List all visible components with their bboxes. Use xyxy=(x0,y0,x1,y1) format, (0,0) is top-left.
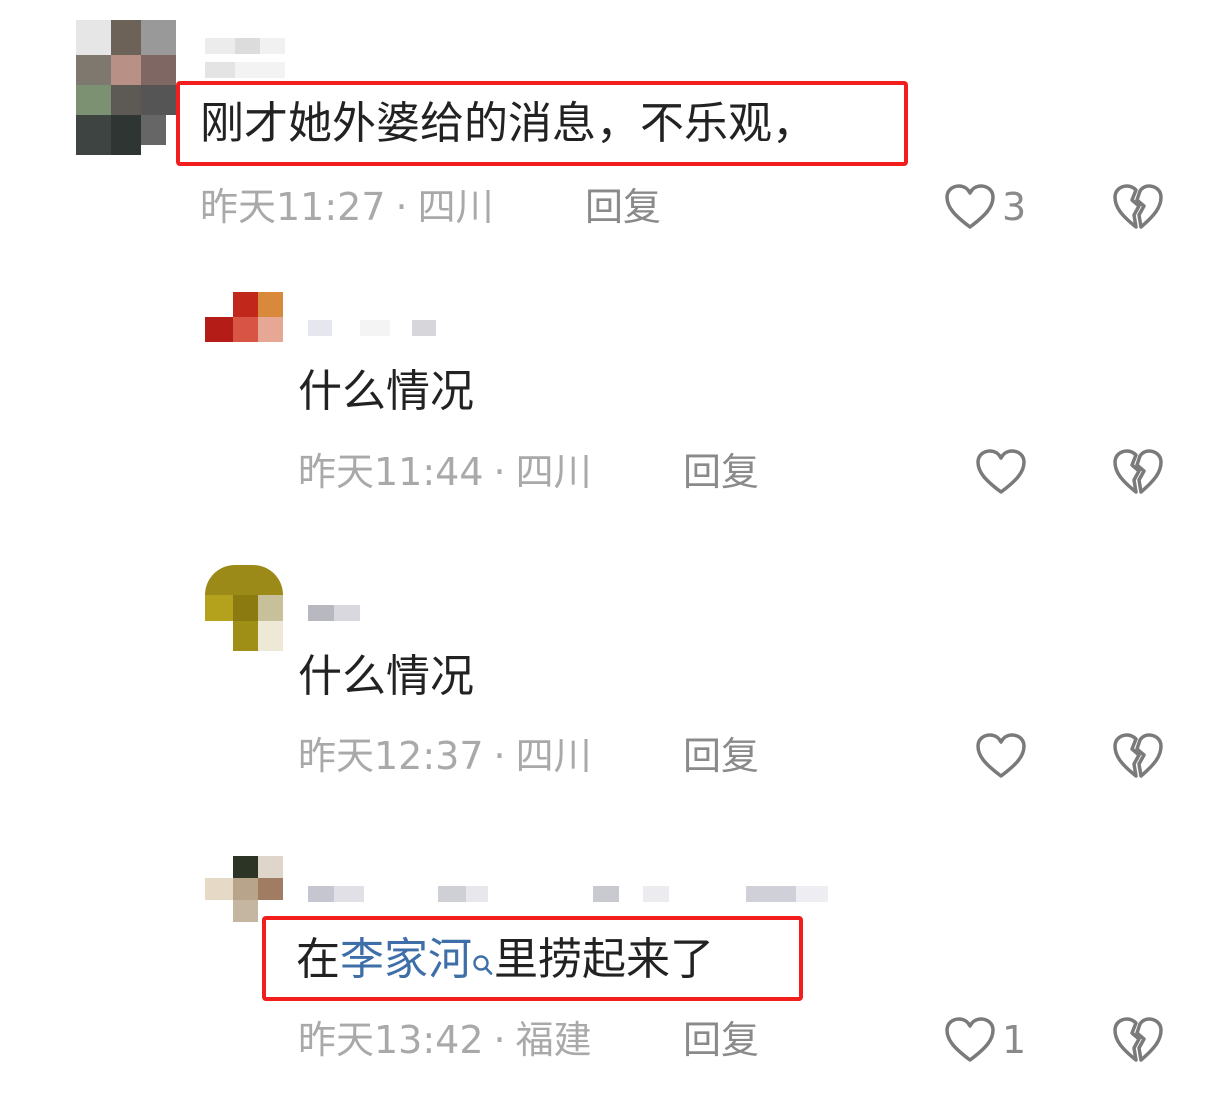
separator: · xyxy=(493,1018,506,1062)
heart-icon xyxy=(944,183,996,231)
comment-meta: 昨天11:27 · 四川 xyxy=(200,183,494,231)
separator: · xyxy=(493,450,506,494)
broken-heart-icon xyxy=(1112,1017,1164,1069)
like-button[interactable]: 3 xyxy=(944,182,1026,232)
username-blurred[interactable] xyxy=(308,320,438,336)
comment-text: 什么情况 xyxy=(298,651,474,702)
comment-time: 昨天12:37 xyxy=(298,734,484,778)
dislike-button[interactable] xyxy=(1112,182,1164,232)
heart-icon xyxy=(975,448,1027,496)
broken-heart-icon xyxy=(1112,449,1164,501)
dislike-button[interactable] xyxy=(1112,731,1164,781)
comment-location: 四川 xyxy=(515,450,592,494)
comment-1: 刚才她外婆给的消息，不乐观， 昨天11:27 · 四川 回复 3 xyxy=(0,0,1228,260)
reply-button[interactable]: 回复 xyxy=(683,448,759,496)
avatar[interactable] xyxy=(205,565,283,651)
dislike-button[interactable] xyxy=(1112,1015,1164,1065)
broken-heart-icon xyxy=(1112,733,1164,785)
broken-heart-icon xyxy=(1112,184,1164,236)
comment-time: 昨天13:42 xyxy=(298,1018,484,1062)
reply-comment-1: 什么情况 昨天11:44 · 四川 回复 xyxy=(0,260,1228,540)
search-icon[interactable] xyxy=(472,936,494,992)
comment-time: 昨天11:44 xyxy=(298,450,484,494)
comment-text-before: 在 xyxy=(296,934,340,985)
separator: · xyxy=(493,734,506,778)
username-blurred-row2 xyxy=(205,62,285,78)
username-blurred[interactable] xyxy=(308,605,360,621)
username-blurred[interactable] xyxy=(205,38,285,54)
avatar[interactable] xyxy=(205,856,283,922)
like-button[interactable] xyxy=(975,447,1033,497)
reply-comment-3: 在李家河 里捞起来了 昨天13:42 · 福建 回复 1 xyxy=(0,830,1228,1093)
reply-button[interactable]: 回复 xyxy=(585,183,661,231)
comment-text: 刚才她外婆给的消息，不乐观， xyxy=(200,98,816,149)
avatar[interactable] xyxy=(205,292,283,348)
heart-icon xyxy=(944,1016,996,1064)
username-blurred[interactable] xyxy=(308,886,828,902)
reply-comment-2: 什么情况 昨天12:37 · 四川 回复 xyxy=(0,545,1228,825)
search-link[interactable]: 李家河 xyxy=(340,934,472,985)
comment-location: 福建 xyxy=(515,1018,592,1062)
comment-location: 四川 xyxy=(515,734,592,778)
comment-location: 四川 xyxy=(417,185,494,229)
dislike-button[interactable] xyxy=(1112,447,1164,497)
comment-meta: 昨天12:37 · 四川 xyxy=(298,732,592,780)
like-count: 1 xyxy=(1002,1018,1027,1062)
comment-text: 在李家河 里捞起来了 xyxy=(296,932,714,992)
separator: · xyxy=(395,185,408,229)
heart-icon xyxy=(975,732,1027,780)
comment-meta: 昨天11:44 · 四川 xyxy=(298,448,592,496)
comment-text-after: 里捞起来了 xyxy=(494,934,714,985)
like-button[interactable] xyxy=(975,731,1033,781)
reply-button[interactable]: 回复 xyxy=(683,732,759,780)
avatar[interactable] xyxy=(76,20,176,155)
like-count: 3 xyxy=(1002,185,1027,229)
comment-text: 什么情况 xyxy=(298,366,474,417)
reply-button[interactable]: 回复 xyxy=(683,1016,759,1064)
comment-meta: 昨天13:42 · 福建 xyxy=(298,1016,592,1064)
like-button[interactable]: 1 xyxy=(944,1015,1026,1065)
comment-time: 昨天11:27 xyxy=(200,185,386,229)
